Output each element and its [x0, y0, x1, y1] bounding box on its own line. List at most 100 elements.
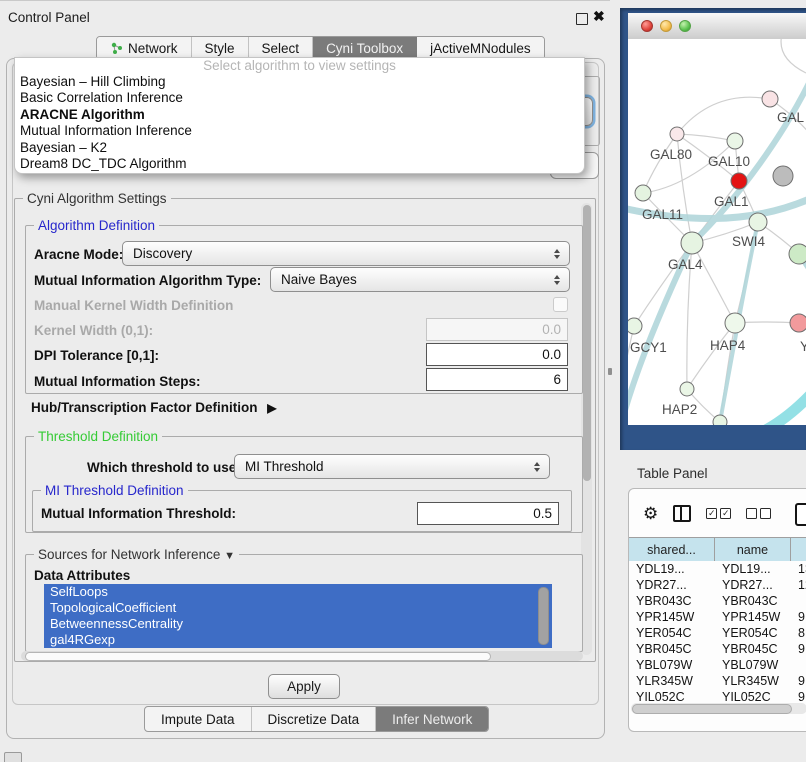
- node-bottom-green[interactable]: [713, 415, 727, 425]
- table-row[interactable]: YPR145WYPR145W9.: [629, 609, 806, 625]
- settings-hscrollbar[interactable]: [21, 651, 583, 661]
- node-right-green[interactable]: [789, 244, 806, 264]
- combo-arrows-icon: [554, 249, 560, 259]
- dpi-tolerance-label: DPI Tolerance [0,1]:: [34, 348, 159, 363]
- node-label: GAL1: [714, 194, 749, 209]
- network-nodes[interactable]: [628, 91, 806, 425]
- column-header-shared-name[interactable]: shared...: [629, 538, 715, 562]
- aracne-mode-combo[interactable]: Discovery: [122, 241, 570, 266]
- table-row[interactable]: YIL052CYIL052C9.: [629, 689, 806, 702]
- hub-definition-expander[interactable]: Hub/Transcription Factor Definition ▶: [31, 400, 277, 415]
- popup-item[interactable]: Bayesian – K2: [15, 140, 584, 156]
- select-all-checkboxes-icon[interactable]: ✓✓: [706, 508, 731, 519]
- attribute-item[interactable]: TopologicalCoefficient: [44, 600, 552, 616]
- minimize-traffic-light-icon[interactable]: [660, 20, 672, 32]
- mi-threshold-value: 0.5: [533, 506, 552, 521]
- checked-box-icon: ✓: [720, 508, 731, 519]
- apply-button[interactable]: Apply: [268, 674, 340, 699]
- table-row[interactable]: YDR27...YDR27...12: [629, 577, 806, 593]
- table-hscrollbar[interactable]: [631, 703, 806, 714]
- corner-mini-button[interactable]: [4, 752, 22, 762]
- node-gcy1[interactable]: [628, 318, 642, 334]
- mi-threshold-field[interactable]: 0.5: [417, 502, 559, 525]
- mi-type-combo[interactable]: Naive Bayes: [270, 267, 570, 292]
- float-window-icon[interactable]: [576, 13, 588, 25]
- sources-title-text: Sources for Network Inference: [38, 547, 220, 562]
- column-header-name[interactable]: name: [715, 538, 791, 562]
- control-panel-title: Control Panel: [8, 10, 90, 25]
- node-swi4[interactable]: [749, 213, 767, 231]
- table-row[interactable]: YER054CYER054C8.: [629, 625, 806, 641]
- deselect-all-checkboxes-icon[interactable]: [746, 508, 771, 519]
- dpi-tolerance-field[interactable]: 0.0: [426, 343, 568, 366]
- mi-steps-field[interactable]: 6: [426, 368, 568, 391]
- gear-icon[interactable]: ⚙: [643, 505, 658, 522]
- cell: YDL19...: [629, 561, 715, 577]
- node-salmon[interactable]: [790, 314, 806, 332]
- table-row[interactable]: YBR045CYBR045C9.: [629, 641, 806, 657]
- table-panel: ⚙ ✓✓ shared... name YDL19...YDL19...13 Y…: [628, 488, 806, 732]
- tab-cyni-toolbox-label: Cyni Toolbox: [326, 41, 403, 56]
- manual-kernel-label: Manual Kernel Width Definition: [34, 298, 233, 313]
- node-gal4[interactable]: [681, 232, 703, 254]
- node-hap4[interactable]: [725, 313, 745, 333]
- node-gal10[interactable]: [727, 133, 743, 149]
- data-attributes-list[interactable]: SelfLoops TopologicalCoefficient Between…: [44, 584, 552, 648]
- node-gal11[interactable]: [635, 185, 651, 201]
- document-icon[interactable]: [795, 503, 806, 526]
- popup-item[interactable]: Basic Correlation Inference: [15, 90, 584, 106]
- cell: 8.: [791, 625, 806, 641]
- popup-item[interactable]: Bayesian – Hill Climbing: [15, 74, 584, 90]
- tab-style[interactable]: Style: [192, 37, 249, 59]
- network-canvas[interactable]: GAL GAL80 GAL10 GAL1 GAL11 SWI4 GAL4 GCY…: [628, 39, 806, 425]
- split-columns-icon[interactable]: [673, 505, 691, 522]
- tab-network[interactable]: Network: [97, 37, 192, 59]
- tab-cyni-toolbox[interactable]: Cyni Toolbox: [313, 37, 417, 59]
- tab-impute-data[interactable]: Impute Data: [145, 707, 252, 731]
- app-root: Control Panel ✖ Network Style Select Cyn…: [0, 0, 806, 762]
- which-threshold-combo[interactable]: MI Threshold: [234, 454, 550, 479]
- settings-hscrollbar-thumb[interactable]: [25, 652, 491, 661]
- tab-jactivemnodules[interactable]: jActiveMNodules: [417, 37, 544, 59]
- settings-scrollbar-thumb[interactable]: [583, 205, 591, 481]
- column-header-cut[interactable]: [791, 538, 806, 562]
- node-gal1-selected[interactable]: [731, 173, 747, 189]
- kernel-width-field[interactable]: 0.0: [426, 318, 568, 341]
- close-traffic-light-icon[interactable]: [641, 20, 653, 32]
- cell: YPR145W: [715, 609, 791, 625]
- table-row[interactable]: YBR043CYBR043C: [629, 593, 806, 609]
- attribute-item[interactable]: gal4RGexp: [44, 632, 552, 648]
- popup-placeholder: Select algorithm to view settings: [15, 58, 584, 74]
- tab-discretize-data[interactable]: Discretize Data: [252, 707, 377, 731]
- node-label: GAL10: [708, 154, 750, 169]
- sources-group-title[interactable]: Sources for Network Inference ▼: [34, 547, 239, 562]
- tab-select[interactable]: Select: [249, 37, 314, 59]
- tab-infer-network[interactable]: Infer Network: [376, 707, 488, 731]
- popup-item-selected[interactable]: ARACNE Algorithm: [15, 107, 584, 123]
- tab-infer-network-label: Infer Network: [392, 712, 472, 727]
- panel-splitter-handle[interactable]: [608, 368, 612, 375]
- manual-kernel-checkbox[interactable]: [553, 297, 568, 312]
- node-hap2[interactable]: [680, 382, 694, 396]
- attribute-item[interactable]: SelfLoops: [44, 584, 552, 600]
- table-hscrollbar-thumb[interactable]: [632, 704, 792, 714]
- attributes-scrollbar-thumb[interactable]: [538, 587, 549, 645]
- algorithm-definition-title: Algorithm Definition: [34, 218, 159, 233]
- table-row[interactable]: YDL19...YDL19...13: [629, 561, 806, 577]
- network-window-titlebar[interactable]: [628, 13, 806, 40]
- popup-item[interactable]: Dream8 DC_TDC Algorithm: [15, 156, 584, 172]
- close-icon[interactable]: ✖: [593, 8, 605, 25]
- node-gal-top[interactable]: [762, 91, 778, 107]
- cell: YBL079W: [629, 657, 715, 673]
- combo-arrows-icon: [554, 275, 560, 285]
- unchecked-box-icon: [746, 508, 757, 519]
- node-gal80[interactable]: [670, 127, 684, 141]
- attribute-item[interactable]: BetweennessCentrality: [44, 616, 552, 632]
- zoom-traffic-light-icon[interactable]: [679, 20, 691, 32]
- table-row[interactable]: YLR345WYLR345W9.: [629, 673, 806, 689]
- node-label: Y: [800, 339, 806, 354]
- popup-item[interactable]: Mutual Information Inference: [15, 123, 584, 139]
- cell: [791, 657, 806, 673]
- node-gray[interactable]: [773, 166, 793, 186]
- table-row[interactable]: YBL079WYBL079W: [629, 657, 806, 673]
